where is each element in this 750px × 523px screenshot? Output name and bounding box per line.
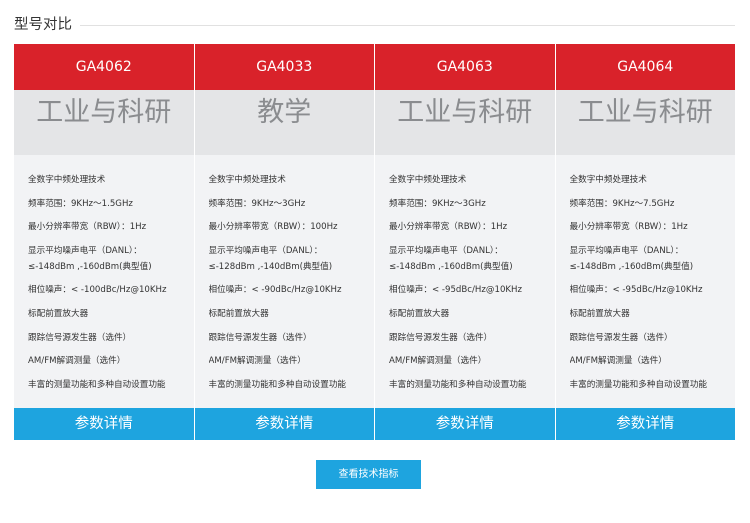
model-name: GA4062 (14, 44, 194, 90)
spec-item: 相位噪声：< -95dBc/Hz@10KHz (389, 285, 523, 296)
model-category: 工业与科研 (555, 90, 735, 155)
spec-item: 跟踪信号源发生器（选件） (389, 332, 493, 343)
model-category: 工业与科研 (14, 90, 194, 155)
spec-item: 相位噪声：< -95dBc/Hz@10KHz (569, 285, 703, 296)
details-button[interactable]: 参数详情 (375, 408, 555, 440)
spec-list: 全数字中频处理技术 频率范围：9KHz～3GHz 最小分辨率带宽（RBW）：10… (194, 155, 374, 408)
spec-item: 相位噪声：< -90dBc/Hz@10KHz (208, 285, 342, 296)
spec-danl-value: ≤-148dBm ,-160dBm(典型值) (569, 261, 694, 272)
details-button[interactable]: 参数详情 (14, 408, 194, 440)
spec-list: 全数字中频处理技术 频率范围：9KHz～1.5GHz 最小分辨率带宽（RBW）：… (14, 155, 194, 408)
spec-item: 标配前置放大器 (28, 308, 89, 319)
spec-item: 跟踪信号源发生器（选件） (28, 332, 132, 343)
model-name: GA4033 (194, 44, 374, 90)
spec-item-danl: 显示平均噪声电平（DANL）： ≤-128dBm ,-140dBm(典型值) (209, 243, 367, 275)
spec-item-danl: 显示平均噪声电平（DANL）： ≤-148dBm ,-160dBm(典型值) (570, 243, 728, 275)
spec-item: 全数字中频处理技术 (569, 175, 647, 185)
model-name: GA4064 (555, 44, 735, 90)
model-comparison-grid: GA4062 工业与科研 全数字中频处理技术 频率范围：9KHz～1.5GHz … (14, 44, 735, 440)
spec-item: 跟踪信号源发生器（选件） (208, 332, 312, 343)
spec-item: 标配前置放大器 (389, 308, 450, 319)
section-title: 型号对比 (14, 17, 72, 33)
spec-item: 全数字中频处理技术 (208, 175, 286, 185)
spec-list: 全数字中频处理技术 频率范围：9KHz～3GHz 最小分辨率带宽（RBW）：1H… (375, 155, 555, 408)
spec-item: 最小分辨率带宽（RBW）：1Hz (389, 222, 508, 233)
spec-item-danl: 显示平均噪声电平（DANL）： ≤-148dBm ,-160dBm(典型值) (389, 243, 547, 275)
spec-item: 最小分辨率带宽（RBW）：1Hz (28, 222, 147, 233)
section-header: 型号对比 (14, 16, 735, 34)
spec-item: 标配前置放大器 (569, 308, 630, 319)
model-category: 教学 (194, 90, 374, 155)
spec-danl-value: ≤-128dBm ,-140dBm(典型值) (208, 261, 333, 272)
model-category: 工业与科研 (375, 90, 555, 155)
spec-danl-value: ≤-148dBm ,-160dBm(典型值) (389, 261, 513, 272)
spec-item: 频率范围：9KHz～3GHz (208, 198, 306, 209)
spec-list: 全数字中频处理技术 频率范围：9KHz～7.5GHz 最小分辨率带宽（RBW）：… (555, 155, 735, 408)
model-card-ga4062: GA4062 工业与科研 全数字中频处理技术 频率范围：9KHz～1.5GHz … (14, 44, 194, 440)
spec-danl-label: 显示平均噪声电平（DANL）： (28, 245, 142, 256)
spec-item: 全数字中频处理技术 (28, 175, 106, 185)
spec-item: 频率范围：9KHz～3GHz (389, 198, 486, 209)
model-name: GA4063 (375, 44, 555, 90)
section-divider (80, 24, 735, 26)
spec-item: 丰富的测量功能和多种自动设置功能 (28, 379, 166, 390)
spec-item-danl: 显示平均噪声电平（DANL）： ≤-148dBm ,-160dBm(典型值) (28, 243, 186, 275)
spec-danl-label: 显示平均噪声电平（DANL）： (569, 245, 684, 256)
spec-item: 频率范围：9KHz～7.5GHz (569, 198, 675, 209)
spec-item: 频率范围：9KHz～1.5GHz (28, 198, 133, 209)
spec-item: 相位噪声：< -100dBc/Hz@10KHz (28, 285, 167, 296)
spec-item: 最小分辨率带宽（RBW）：1Hz (569, 222, 688, 233)
spec-item: 标配前置放大器 (208, 308, 269, 319)
spec-item: AM/FM解调测量（选件） (569, 356, 667, 367)
spec-danl-label: 显示平均噪声电平（DANL）： (389, 245, 503, 256)
model-card-ga4033: GA4033 教学 全数字中频处理技术 频率范围：9KHz～3GHz 最小分辨率… (194, 44, 374, 440)
details-button[interactable]: 参数详情 (194, 408, 374, 440)
spec-item: 全数字中频处理技术 (389, 175, 467, 185)
view-tech-specs-button[interactable]: 查看技术指标 (316, 460, 421, 489)
model-card-ga4064: GA4064 工业与科研 全数字中频处理技术 频率范围：9KHz～7.5GHz … (555, 44, 735, 440)
spec-item: 跟踪信号源发生器（选件） (569, 332, 673, 343)
spec-item: 最小分辨率带宽（RBW）：100Hz (208, 222, 338, 233)
spec-item: 丰富的测量功能和多种自动设置功能 (208, 379, 347, 390)
spec-item: AM/FM解调测量（选件） (208, 356, 306, 367)
spec-item: 丰富的测量功能和多种自动设置功能 (569, 379, 708, 390)
details-button[interactable]: 参数详情 (555, 408, 735, 440)
spec-item: AM/FM解调测量（选件） (28, 356, 126, 367)
spec-item: AM/FM解调测量（选件） (389, 356, 487, 367)
spec-item: 丰富的测量功能和多种自动设置功能 (389, 379, 527, 390)
spec-danl-label: 显示平均噪声电平（DANL）： (208, 245, 323, 256)
spec-danl-value: ≤-148dBm ,-160dBm(典型值) (28, 261, 152, 272)
model-card-ga4063: GA4063 工业与科研 全数字中频处理技术 频率范围：9KHz～3GHz 最小… (375, 44, 555, 440)
